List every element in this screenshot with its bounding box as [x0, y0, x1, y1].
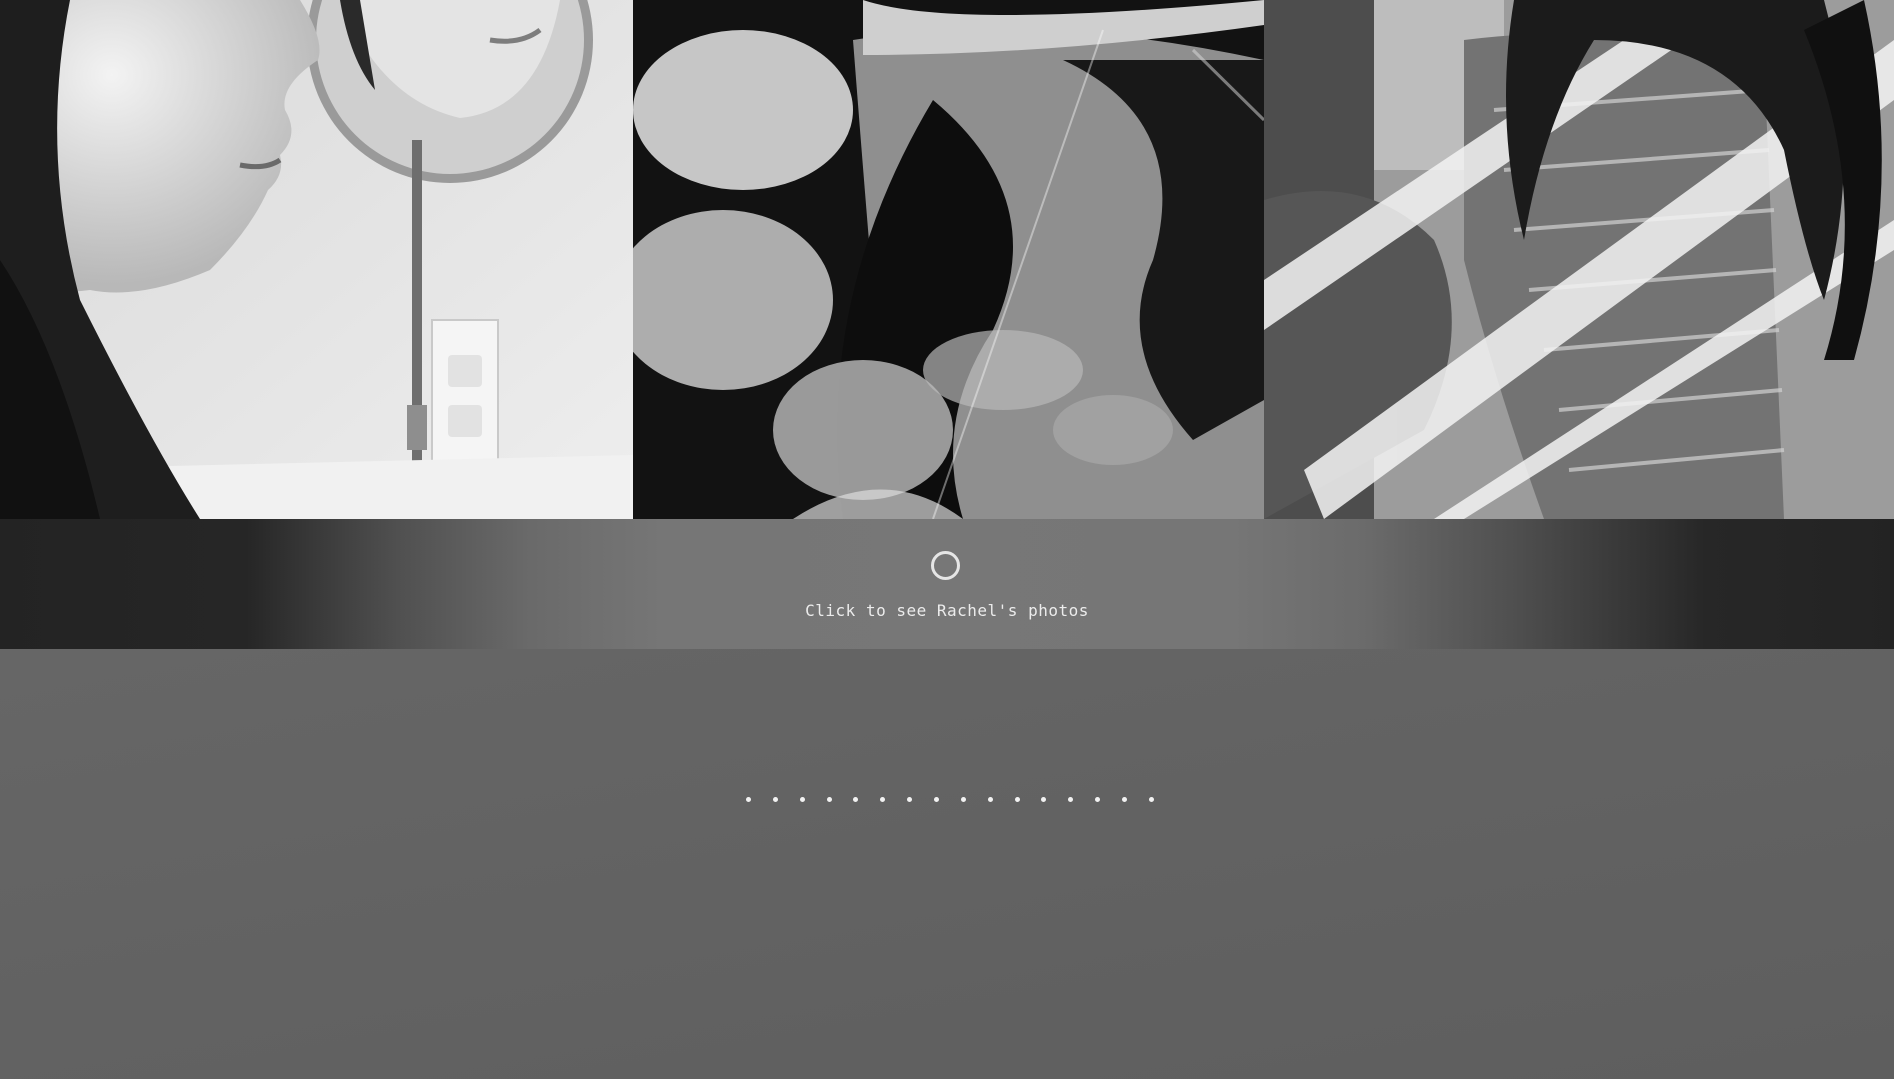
photo-plant-shadows[interactable]	[633, 0, 1264, 519]
pagination-dot[interactable]	[853, 797, 859, 802]
pagination-dots	[746, 797, 1154, 803]
pagination-dot[interactable]	[880, 797, 886, 802]
pagination-dot[interactable]	[1148, 797, 1154, 802]
pagination-dot[interactable]	[960, 797, 966, 802]
photo-plant-shadows-image	[633, 0, 1264, 519]
pagination-dot[interactable]	[907, 797, 913, 802]
pagination-dot[interactable]	[826, 797, 832, 802]
loading-area	[0, 649, 1894, 1079]
pagination-dot[interactable]	[799, 797, 805, 802]
photo-mirror[interactable]	[0, 0, 633, 519]
page: Click to see Rachel's photos	[0, 0, 1894, 1079]
photo-mirror-image	[0, 0, 633, 519]
pagination-dot[interactable]	[1095, 797, 1101, 802]
photo-striped-shirt[interactable]	[1264, 0, 1894, 519]
pagination-dot[interactable]	[987, 797, 993, 802]
pagination-dot[interactable]	[772, 797, 778, 802]
pagination-dot[interactable]	[1122, 797, 1128, 802]
circle-ring-icon	[931, 551, 960, 580]
pagination-dot[interactable]	[934, 797, 940, 802]
see-photos-label: Click to see Rachel's photos	[805, 601, 1089, 620]
pagination-dot[interactable]	[1068, 797, 1074, 802]
photo-strip	[0, 0, 1894, 519]
see-photos-banner[interactable]: Click to see Rachel's photos	[0, 519, 1894, 649]
photo-striped-shirt-image	[1264, 0, 1894, 519]
pagination-dot[interactable]	[746, 797, 751, 802]
pagination-dot[interactable]	[1014, 797, 1020, 802]
pagination-dot[interactable]	[1041, 797, 1047, 802]
